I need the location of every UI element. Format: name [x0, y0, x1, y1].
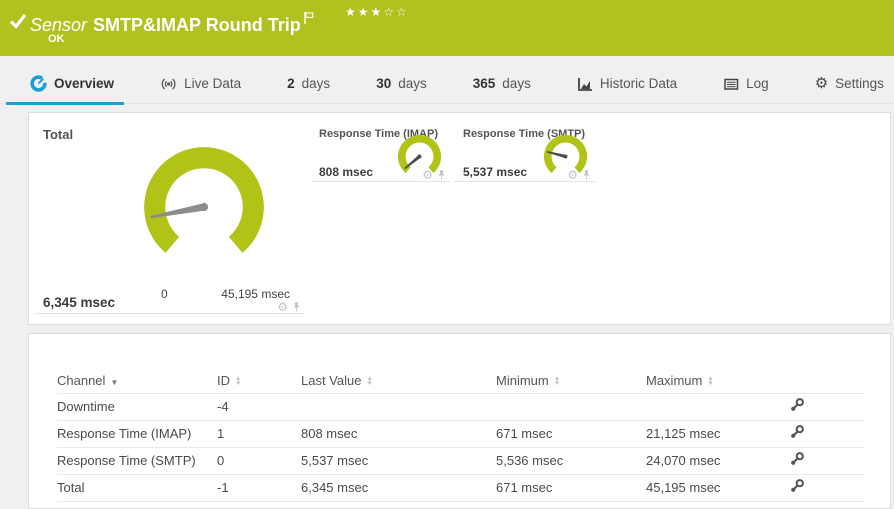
area-chart-icon [577, 77, 592, 91]
gear-icon: ⚙ [814, 75, 829, 92]
gauge-tile-total[interactable]: Total 0 45,195 msec 6,345 msec ⚙ [35, 119, 305, 314]
cell-id: 1 [217, 420, 301, 448]
gauge-value: 5,537 msec [463, 165, 528, 179]
channel-settings-gear-icon[interactable]: ⚙ [277, 301, 288, 313]
edit-channel-wrench-icon[interactable] [789, 397, 805, 416]
edit-channel-wrench-icon[interactable] [789, 478, 805, 497]
tab-live-data[interactable]: Live Data [156, 64, 245, 104]
tab-label: Log [746, 76, 769, 91]
tab-bar: Overview Live Data 2 days 30 days 365 da… [0, 64, 894, 105]
gauge-max-label: 45,195 msec [221, 287, 290, 301]
log-icon [724, 78, 739, 90]
priority-stars[interactable]: ★★★☆☆ [345, 5, 409, 19]
tab-settings[interactable]: ⚙ Settings [811, 64, 888, 104]
pin-icon[interactable] [291, 301, 302, 313]
cell-last-value: 808 msec [301, 420, 391, 448]
sort-desc-icon: ▼ [110, 377, 119, 387]
cell-last-value [301, 393, 391, 421]
pin-icon[interactable] [436, 169, 447, 181]
gauge-icon [30, 75, 47, 92]
cell-maximum: 45,195 msec [646, 474, 731, 502]
edit-channel-wrench-icon[interactable] [789, 424, 805, 443]
tab-number: 2 [287, 76, 295, 91]
table-header-row: Channel ▼ ID ▲ ▼ Last Value ▲ ▼ Minimum ▲ ▼ Max… [57, 368, 864, 394]
sensor-type-label: Sensor [30, 15, 88, 35]
cell-channel: Response Time (SMTP) [57, 447, 217, 475]
tab-30-days[interactable]: 30 days [372, 64, 431, 104]
cell-minimum: 5,536 msec [496, 447, 576, 475]
page-title: SMTP&IMAP Round Trip [93, 15, 301, 35]
cell-last-value: 6,345 msec [301, 474, 391, 502]
column-header-maximum[interactable]: Maximum ▲ ▼ [646, 368, 731, 394]
channel-settings-gear-icon[interactable]: ⚙ [567, 169, 578, 181]
tab-number: 30 [376, 76, 392, 91]
tab-label: Settings [835, 76, 884, 91]
sort-icon: ▲ ▼ [553, 375, 561, 388]
tab-overview[interactable]: Overview [5, 64, 125, 105]
table-row-downtime: Downtime -4 [57, 393, 864, 421]
tab-365-days[interactable]: 365 days [469, 64, 535, 104]
column-header-id[interactable]: ID ▲ ▼ [217, 368, 301, 394]
tab-label: days [502, 76, 531, 91]
column-label: Minimum [496, 372, 549, 388]
cell-minimum: 671 msec [496, 420, 576, 448]
total-gauge [144, 147, 264, 253]
channel-settings-gear-icon[interactable]: ⚙ [422, 169, 433, 181]
stars-empty: ☆☆ [383, 5, 409, 19]
tab-label: Live Data [184, 76, 242, 91]
column-header-last-value[interactable]: Last Value ▲ ▼ [301, 368, 391, 394]
tab-historic-data[interactable]: Historic Data [573, 64, 681, 104]
cell-channel: Downtime [57, 393, 217, 421]
column-label: Maximum [646, 372, 703, 388]
cell-id: 0 [217, 447, 301, 475]
tab-2-days[interactable]: 2 days [283, 64, 334, 104]
gauge-value: 808 msec [319, 165, 374, 179]
cell-channel: Response Time (IMAP) [57, 420, 217, 448]
cell-minimum [496, 393, 576, 421]
cell-minimum: 671 msec [496, 474, 576, 502]
cell-last-value: 5,537 msec [301, 447, 391, 475]
tab-label: days [398, 76, 427, 91]
tab-number: 365 [472, 76, 496, 91]
tab-label: days [301, 76, 331, 91]
cell-channel: Total [57, 474, 217, 502]
sort-icon: ▲ ▼ [235, 375, 242, 388]
live-data-icon [161, 78, 176, 89]
stars-filled: ★★★ [345, 5, 384, 19]
gauges-panel: Total 0 45,195 msec 6,345 msec ⚙ Respons… [28, 112, 891, 325]
gauge-tile-smtp[interactable]: Response Time (SMTP) 5,537 msec ⚙ [455, 127, 595, 182]
table-row-response-time-smtp: Response Time (SMTP) 0 5,537 msec 5,536 … [57, 447, 864, 475]
cell-maximum: 24,070 msec [646, 447, 731, 475]
channel-table-panel: Channel ▼ ID ▲ ▼ Last Value ▲ ▼ Minimum ▲ ▼ Max… [28, 333, 891, 509]
cell-maximum [646, 393, 731, 421]
tab-label: Overview [54, 76, 115, 91]
priority-flag-icon[interactable] [304, 8, 314, 29]
gauge-min-label: 0 [161, 287, 168, 301]
edit-channel-wrench-icon[interactable] [789, 451, 805, 470]
column-label: Last Value [301, 372, 362, 388]
gauge-title: Total [43, 127, 74, 142]
column-header-minimum[interactable]: Minimum ▲ ▼ [496, 368, 576, 394]
cell-maximum: 21,125 msec [646, 420, 731, 448]
status-badge: OK [48, 33, 65, 45]
column-label: Channel [57, 372, 106, 388]
table-row-total: Total -1 6,345 msec 671 msec 45,195 msec [57, 474, 864, 502]
cell-id: -4 [217, 393, 301, 421]
status-ok-check-icon [9, 12, 27, 35]
table-row-response-time-imap: Response Time (IMAP) 1 808 msec 671 msec… [57, 420, 864, 448]
sort-icon: ▲ ▼ [366, 375, 373, 388]
column-header-channel[interactable]: Channel ▼ [57, 368, 217, 394]
sort-icon: ▲ ▼ [707, 375, 714, 388]
cell-id: -1 [217, 474, 301, 502]
tab-log[interactable]: Log [719, 64, 773, 104]
channel-table: Channel ▼ ID ▲ ▼ Last Value ▲ ▼ Minimum ▲ ▼ Max… [57, 368, 864, 502]
gauge-value: 6,345 msec [43, 295, 116, 310]
gauge-tile-imap[interactable]: Response Time (IMAP) 808 msec ⚙ [311, 127, 450, 182]
column-label: ID [217, 372, 230, 388]
pin-icon[interactable] [581, 169, 592, 181]
tab-label: Historic Data [599, 76, 678, 91]
sensor-header-bar: Sensor SMTP&IMAP Round Trip ★★★☆☆ OK [0, 0, 894, 56]
